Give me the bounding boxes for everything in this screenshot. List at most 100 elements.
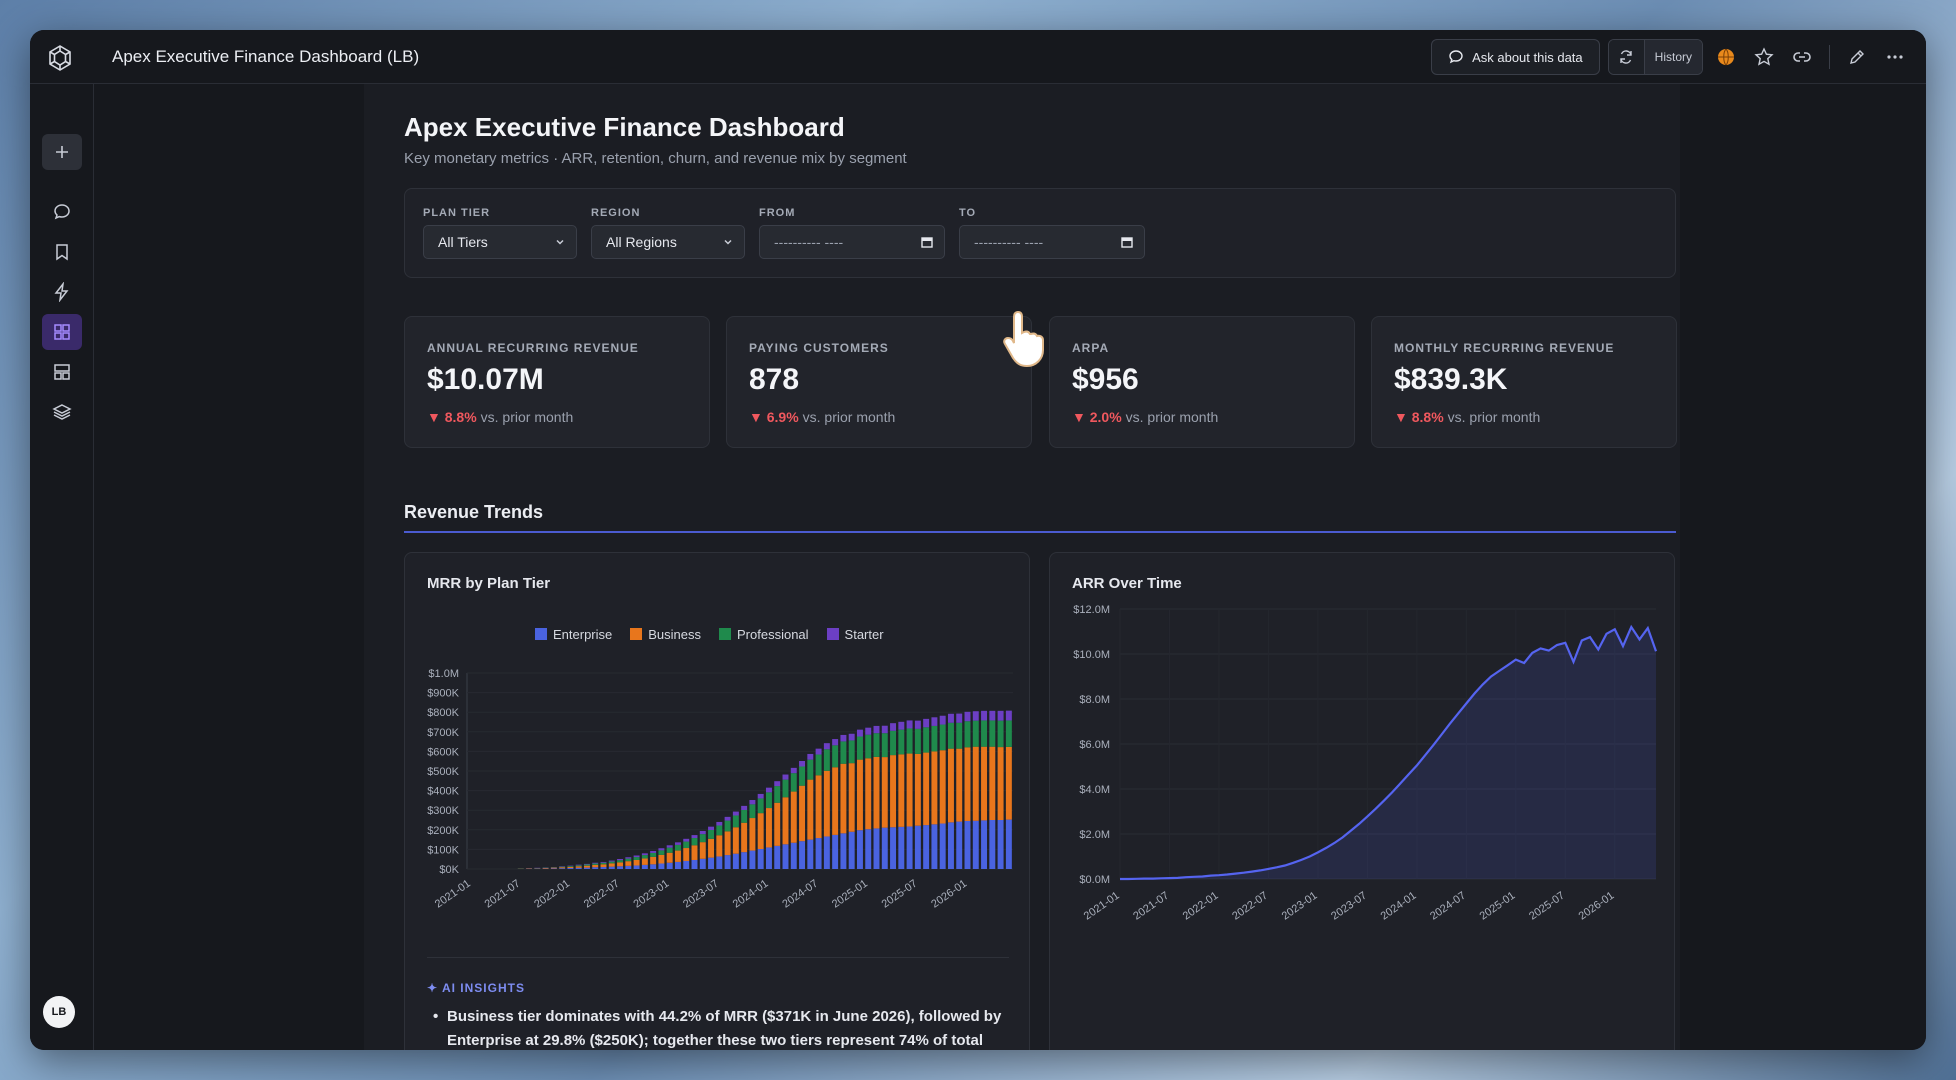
arr-chart-card: ARR Over Time $0.0M $2.0M $4.0M $6.0M $8.0M $… xyxy=(1049,552,1675,1050)
bar-segment-starter xyxy=(716,821,723,826)
sidebar-item-dashboards[interactable] xyxy=(42,314,82,350)
kpi-card-arpa: ARPA $956 ▼ 2.0% vs. prior month xyxy=(1049,316,1355,448)
kpi-delta: ▼ 8.8% vs. prior month xyxy=(1394,409,1540,425)
bar-segment-business xyxy=(650,856,657,865)
bar-segment-professional xyxy=(790,773,797,792)
bar-segment-enterprise xyxy=(575,867,582,869)
app-window: Apex Executive Finance Dashboard (LB) As… xyxy=(30,30,1926,1050)
bar-segment-business xyxy=(865,758,872,830)
new-item-button[interactable] xyxy=(42,134,82,170)
bar-segment-professional xyxy=(749,804,756,819)
mrr-chart-plot[interactable]: $0K $100K $200K $300K $400K $500K $600K $700K $8… xyxy=(405,603,1031,943)
mrr-chart-card: MRR by Plan Tier Enterprise Business Pro… xyxy=(404,552,1030,1050)
bar-segment-enterprise xyxy=(873,828,880,869)
chevron-down-icon xyxy=(556,239,564,245)
sidebar-item-chat[interactable] xyxy=(42,194,82,230)
bar-segment-professional xyxy=(939,724,946,751)
edit-button[interactable] xyxy=(1842,42,1872,72)
chart-title: MRR by Plan Tier xyxy=(427,575,551,592)
bar-segment-enterprise xyxy=(724,855,731,869)
hand-cursor-icon xyxy=(1003,310,1044,368)
bar-segment-business xyxy=(617,862,624,867)
sidebar-item-layouts[interactable] xyxy=(42,354,82,390)
x-tick-label: 2021-07 xyxy=(1131,890,1171,923)
bar-segment-starter xyxy=(906,720,913,729)
bar-segment-enterprise xyxy=(674,861,681,869)
bar-segment-professional xyxy=(732,815,739,828)
x-tick-label: 2026-01 xyxy=(1577,890,1617,923)
bar-segment-enterprise xyxy=(799,841,806,869)
bar-segment-professional xyxy=(683,841,690,849)
x-tick-label: 2024-01 xyxy=(1379,890,1419,923)
bar-segment-enterprise xyxy=(592,867,599,869)
bar-segment-starter xyxy=(865,727,872,735)
bar-segment-business xyxy=(997,747,1004,820)
bar-segment-starter xyxy=(790,767,797,774)
bar-segment-professional xyxy=(633,857,640,860)
bar-segment-business xyxy=(716,835,723,857)
kpi-delta-value: ▼ 6.9% xyxy=(749,409,799,425)
section-title: Revenue Trends xyxy=(404,502,544,522)
bar-segment-professional xyxy=(592,863,599,865)
bar-segment-business xyxy=(641,858,648,865)
plan-tier-filter: PLAN TIER All Tiers xyxy=(423,207,577,259)
calendar-icon[interactable] xyxy=(920,235,934,249)
plan-tier-label: PLAN TIER xyxy=(423,207,491,219)
favorite-button[interactable] xyxy=(1749,42,1779,72)
refresh-icon xyxy=(1620,50,1632,64)
bar-segment-professional xyxy=(972,720,979,747)
kpi-card-paying-customers: PAYING CUSTOMERS 878 ▼ 6.9% vs. prior mon… xyxy=(726,316,1032,448)
region-select[interactable]: All Regions xyxy=(591,225,745,259)
sidebar-item-automations[interactable] xyxy=(42,274,82,310)
refresh-button[interactable] xyxy=(1608,40,1645,74)
copy-link-button[interactable] xyxy=(1787,42,1817,72)
more-options-button[interactable] xyxy=(1880,42,1910,72)
bar-segment-starter xyxy=(964,711,971,722)
bar-segment-enterprise xyxy=(658,863,665,869)
to-date-input[interactable]: ---------- ---- xyxy=(959,225,1145,259)
globe-button[interactable] xyxy=(1711,42,1741,72)
bar-segment-business xyxy=(840,763,847,834)
bar-segment-professional xyxy=(997,720,1004,748)
bar-segment-starter xyxy=(674,842,681,845)
page-subtitle: Key monetary metrics · ARR, retention, c… xyxy=(404,150,907,167)
bar-segment-enterprise xyxy=(691,859,698,869)
bar-segment-starter xyxy=(799,761,806,767)
bar-segment-business xyxy=(1005,746,1012,820)
bar-segment-professional xyxy=(600,862,607,865)
ask-about-data-button[interactable]: Ask about this data xyxy=(1431,39,1600,75)
bar-segment-starter xyxy=(691,835,698,839)
kpi-value: $10.07M xyxy=(427,363,544,396)
x-tick-label: 2025-07 xyxy=(880,878,920,911)
plus-icon xyxy=(56,146,68,158)
history-button[interactable]: History xyxy=(1644,40,1702,74)
bar-segment-starter xyxy=(658,848,665,851)
kpi-delta-context: vs. prior month xyxy=(1125,409,1219,425)
from-date-filter: FROM ---------- ---- xyxy=(759,207,945,259)
from-date-input[interactable]: ---------- ---- xyxy=(759,225,945,259)
bar-segment-professional xyxy=(799,766,806,786)
bar-segment-starter xyxy=(947,713,954,723)
bar-segment-enterprise xyxy=(807,839,814,869)
app-logo-icon[interactable] xyxy=(44,42,76,74)
bar-segment-enterprise xyxy=(633,865,640,869)
bar-segment-professional xyxy=(890,730,897,756)
filter-bar: PLAN TIER All Tiers REGION All Regions F… xyxy=(404,188,1676,278)
bar-segment-enterprise xyxy=(625,865,632,869)
bar-segment-enterprise xyxy=(765,847,772,869)
arr-area-fill xyxy=(1120,627,1656,879)
kpi-card-arr: ANNUAL RECURRING REVENUE $10.07M ▼ 8.8% v… xyxy=(404,316,710,448)
y-tick-label: $300K xyxy=(427,805,459,817)
user-avatar[interactable]: LB xyxy=(43,996,75,1028)
bar-segment-professional xyxy=(575,865,582,867)
x-tick-label: 2025-07 xyxy=(1527,890,1567,923)
region-filter: REGION All Regions xyxy=(591,207,745,259)
plan-tier-select[interactable]: All Tiers xyxy=(423,225,577,259)
region-label: REGION xyxy=(591,207,641,219)
bar-segment-enterprise xyxy=(583,867,590,869)
arr-chart-plot[interactable]: $0.0M $2.0M $4.0M $6.0M $8.0M $10.0M $12.0M 202… xyxy=(1050,593,1676,933)
sidebar-item-layers[interactable] xyxy=(42,394,82,430)
bar-segment-professional xyxy=(881,733,888,758)
calendar-icon[interactable] xyxy=(1120,235,1134,249)
sidebar-item-saved[interactable] xyxy=(42,234,82,270)
